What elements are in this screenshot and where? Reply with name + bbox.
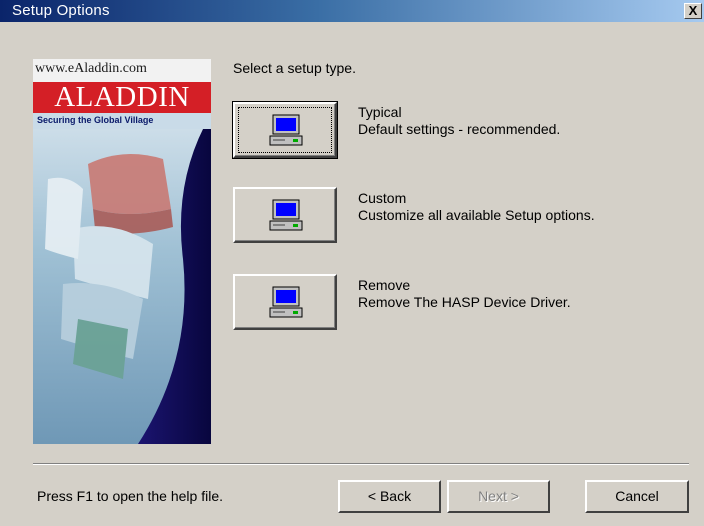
back-button[interactable]: < Back (338, 480, 441, 513)
setup-type-prompt: Select a setup type. (233, 60, 356, 76)
banner-url: www.eAladdin.com (35, 61, 147, 76)
remove-option-title: Remove (358, 277, 411, 293)
typical-option-title: Typical (358, 104, 402, 120)
help-hint: Press F1 to open the help file. (37, 488, 223, 504)
banner-brand-logo: ALADDIN (54, 81, 190, 113)
aladdin-banner-image: www.eAladdin.com ALADDIN Securing the Gl… (33, 59, 211, 444)
banner-tagline: Securing the Global Village (37, 115, 154, 125)
window-title: Setup Options (12, 2, 110, 19)
custom-option-button[interactable] (233, 187, 337, 243)
computer-icon (269, 199, 303, 231)
footer-separator (33, 463, 689, 465)
next-button[interactable]: Next > (447, 480, 550, 513)
remove-option-button[interactable] (233, 274, 337, 330)
typical-option-description: Default settings - recommended. (358, 121, 561, 137)
computer-icon (269, 114, 303, 146)
custom-option-title: Custom (358, 190, 407, 206)
title-bar: Setup Options X (0, 0, 704, 22)
typical-option-button[interactable] (232, 101, 338, 159)
computer-icon (269, 286, 303, 318)
cancel-button[interactable]: Cancel (585, 480, 689, 513)
remove-option-description: Remove The HASP Device Driver. (358, 294, 571, 310)
custom-option-description: Customize all available Setup options. (358, 207, 595, 223)
close-button[interactable]: X (684, 3, 702, 19)
